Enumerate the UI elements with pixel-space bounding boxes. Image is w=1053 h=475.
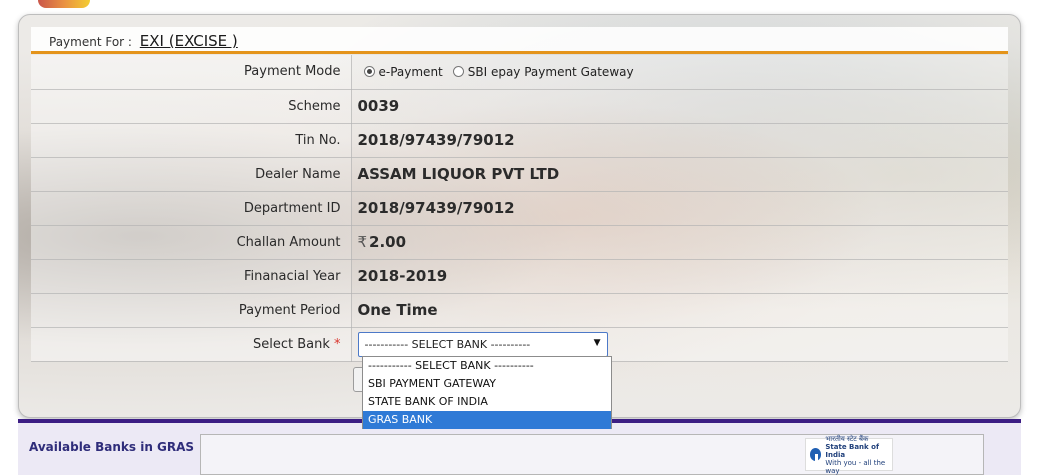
radio-e-payment-label[interactable]: e-Payment	[379, 65, 443, 79]
row-dealer: Dealer Name ASSAM LIQUOR PVT LTD	[31, 157, 1008, 192]
payment-code-link[interactable]: EXI (EXCISE )	[140, 32, 238, 50]
row-payment-mode: Payment Mode e-Payment SBI epay Payment …	[31, 55, 1008, 90]
site-logo	[38, 0, 90, 8]
bank-option[interactable]: SBI PAYMENT GATEWAY	[363, 375, 611, 393]
radio-e-payment[interactable]	[363, 66, 375, 78]
challan-value: 2.00	[369, 233, 407, 251]
period-value: One Time	[351, 293, 1008, 328]
challan-label: Challan Amount	[31, 225, 352, 260]
sbi-logo-tagline: With you - all the way	[825, 458, 886, 475]
bank-select[interactable]: ----------- SELECT BANK ---------- ▼	[357, 331, 608, 357]
rupee-icon: ₹	[357, 233, 368, 251]
chevron-down-icon[interactable]: ▼	[594, 338, 601, 348]
bank-option-highlighted[interactable]: GRAS BANK	[363, 411, 611, 429]
row-scheme: Scheme 0039	[31, 89, 1008, 124]
dealer-value: ASSAM LIQUOR PVT LTD	[351, 157, 1008, 192]
radio-sbi-epay-label[interactable]: SBI epay Payment Gateway	[468, 65, 634, 79]
row-tin: Tin No. 2018/97439/79012	[31, 123, 1008, 158]
row-period: Payment Period One Time	[31, 293, 1008, 328]
sbi-mark-icon	[810, 448, 822, 461]
sbi-logo-hindi: भारतीय स्टेट बैंक	[825, 434, 869, 443]
payment-form: Payment Mode e-Payment SBI epay Payment …	[31, 55, 1008, 362]
year-value: 2018-2019	[351, 259, 1008, 294]
radio-sbi-epay[interactable]	[452, 66, 464, 78]
available-banks-title: Available Banks in GRAS	[29, 440, 195, 454]
row-year: Finanacial Year 2018-2019	[31, 259, 1008, 294]
payment-for-label: Payment For :	[49, 35, 132, 49]
department-value: 2018/97439/79012	[351, 191, 1008, 226]
period-label: Payment Period	[31, 293, 352, 328]
payment-mode-label: Payment Mode	[31, 55, 352, 90]
row-department: Department ID 2018/97439/79012	[31, 191, 1008, 226]
bank-option[interactable]: ----------- SELECT BANK ----------	[363, 357, 611, 375]
row-challan: Challan Amount ₹2.00	[31, 225, 1008, 260]
tin-label: Tin No.	[31, 123, 352, 158]
sbi-logo-name: State Bank of India	[825, 442, 879, 459]
banks-logo-strip: भारतीय स्टेट बैंक State Bank of India Wi…	[200, 434, 984, 475]
year-label: Finanacial Year	[31, 259, 352, 294]
required-marker: *	[334, 336, 341, 352]
sbi-logo: भारतीय स्टेट बैंक State Bank of India Wi…	[805, 434, 893, 475]
department-label: Department ID	[31, 191, 352, 226]
scheme-label: Scheme	[31, 89, 352, 124]
dealer-label: Dealer Name	[31, 157, 352, 192]
panel-header: Payment For : EXI (EXCISE )	[31, 27, 1008, 54]
bank-select-value: ----------- SELECT BANK ----------	[364, 337, 531, 351]
bank-dropdown-list: ----------- SELECT BANK ---------- SBI P…	[362, 356, 612, 429]
bank-label: Select Bank	[252, 336, 330, 352]
tin-value: 2018/97439/79012	[351, 123, 1008, 158]
bank-option[interactable]: STATE BANK OF INDIA	[363, 393, 611, 411]
scheme-value: 0039	[351, 89, 1008, 124]
